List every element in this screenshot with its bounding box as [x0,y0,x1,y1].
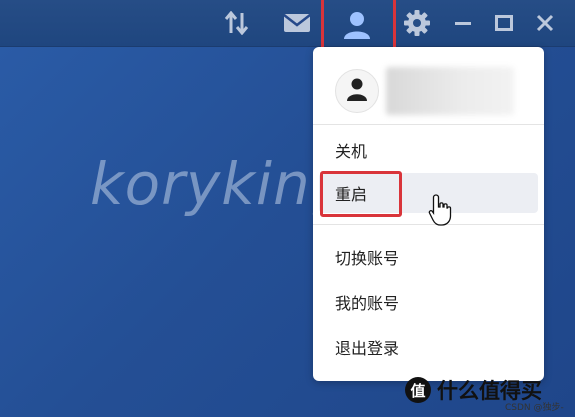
csdn-credit: CSDN @独步- [505,403,564,413]
annotation-box-restart [320,171,402,217]
menu-item-logout[interactable]: 退出登录 [313,327,544,367]
user-icon [345,76,369,106]
menu-item-my-account[interactable]: 我的账号 [313,282,544,322]
minimize-icon[interactable] [448,8,478,38]
brand-logo: 值 [405,377,431,403]
mail-icon[interactable] [282,8,312,38]
watermark-text: koryking [90,150,349,218]
gear-icon[interactable] [402,8,432,38]
transfer-icon[interactable] [222,8,252,38]
blurred-username [386,67,514,115]
menu-item-switch-account[interactable]: 切换账号 [313,237,544,277]
menu-item-shutdown[interactable]: 关机 [313,130,544,170]
close-icon[interactable] [530,8,560,38]
avatar [335,69,379,113]
account-profile[interactable] [331,65,531,115]
hand-cursor-icon [428,193,452,231]
divider [313,124,544,125]
title-bar [0,0,575,47]
maximize-icon[interactable] [489,8,519,38]
